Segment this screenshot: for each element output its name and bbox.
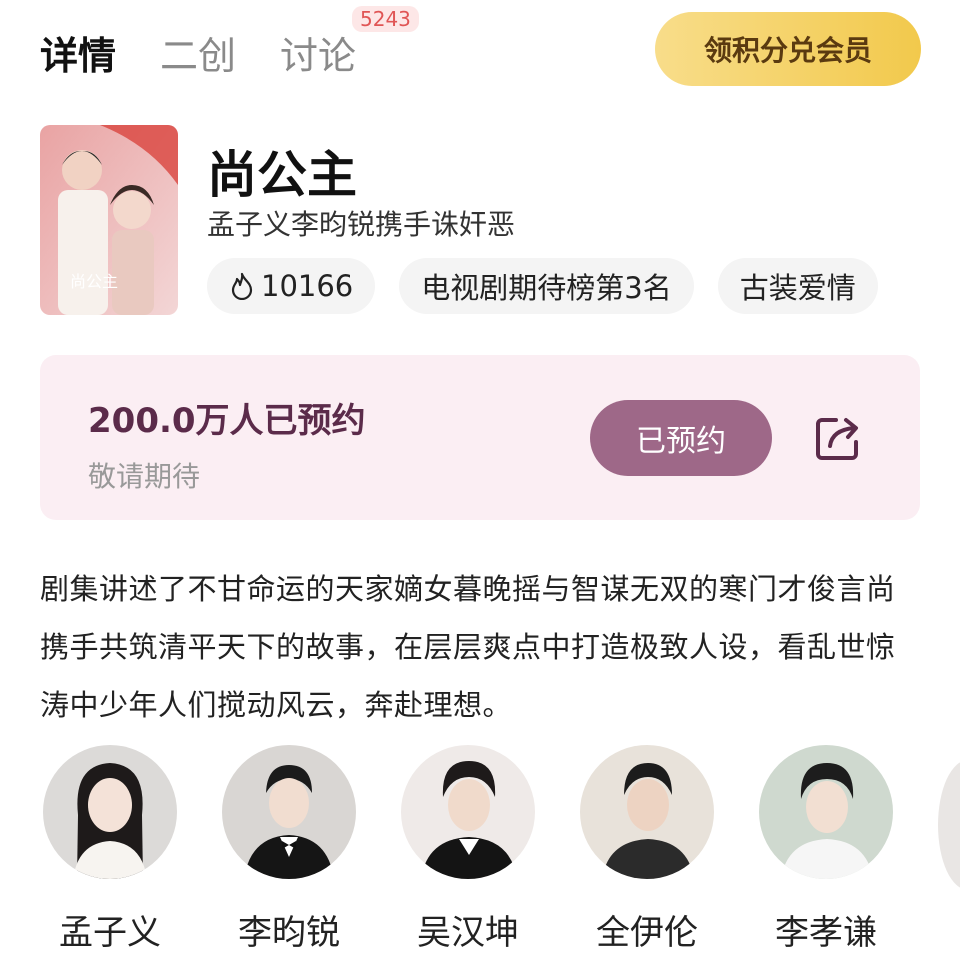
share-icon (816, 418, 858, 460)
ranking-chip[interactable]: 电视剧期待榜第3名 (399, 258, 694, 314)
cast-name: 全伊伦 (596, 913, 698, 953)
cast-member[interactable]: 吴汉坤 饰 杨明 (400, 745, 536, 960)
cast-name: 吴汉坤 (417, 913, 519, 953)
share-button[interactable] (810, 410, 866, 466)
reservation-note: 敬请期待 (88, 460, 201, 493)
cast-name: 李孝谦 (775, 913, 877, 953)
cast-member[interactable]: 全伊伦 饰 刘文吉 (579, 745, 715, 960)
discussion-count-badge: 5243 (352, 6, 419, 32)
heat-value: 10166 (261, 269, 354, 303)
reservation-card: 200.0万人已预约 敬请期待 已预约 (40, 355, 920, 520)
cast-member[interactable]: 李孝谦 饰 韦树 (758, 745, 894, 960)
cast-avatar (759, 745, 893, 879)
heat-chip[interactable]: 10166 (207, 258, 376, 314)
cast-member[interactable]: 李昀锐 饰 言尚 (221, 745, 357, 960)
show-title: 尚公主 (207, 146, 357, 204)
cast-avatar-partial[interactable] (938, 760, 960, 890)
cast-avatar (222, 745, 356, 879)
tab-discussion[interactable]: 讨论 (280, 25, 356, 80)
cast-name: 孟子义 (59, 913, 161, 953)
poster-title-text: 尚公主 (70, 272, 118, 291)
show-subtitle: 孟子义李昀锐携手诛奸恶 (207, 208, 516, 241)
cast-avatar (580, 745, 714, 879)
tab-details[interactable]: 详情 (40, 25, 116, 80)
top-tabs: 详情 二创 讨论 (40, 22, 400, 82)
genre-chip[interactable]: 古装爱情 (717, 258, 878, 314)
flame-icon (231, 272, 253, 300)
reserved-button[interactable]: 已预约 (590, 400, 772, 476)
cast-avatar (401, 745, 535, 879)
show-description: 剧集讲述了不甘命运的天家嫡女暮晚摇与智谋无双的寒门才俊言尚携手共筑清平天下的故事… (40, 572, 896, 722)
tag-chips: 10166 电视剧期待榜第3名 古装爱情 (207, 258, 902, 314)
cast-member[interactable]: 孟子义 饰 暮晚摇 (42, 745, 178, 960)
cast-list: 孟子义 饰 暮晚摇 李昀锐 饰 言尚 吴汉坤 (42, 745, 937, 960)
redeem-vip-button[interactable]: 领积分兑会员 (655, 12, 921, 86)
reservation-count: 200.0万人已预约 (88, 401, 366, 441)
show-poster[interactable]: 尚公主 (40, 125, 178, 315)
cast-name: 李昀锐 (238, 913, 340, 953)
tab-fan-creations[interactable]: 二创 (160, 25, 236, 80)
cast-avatar (43, 745, 177, 879)
